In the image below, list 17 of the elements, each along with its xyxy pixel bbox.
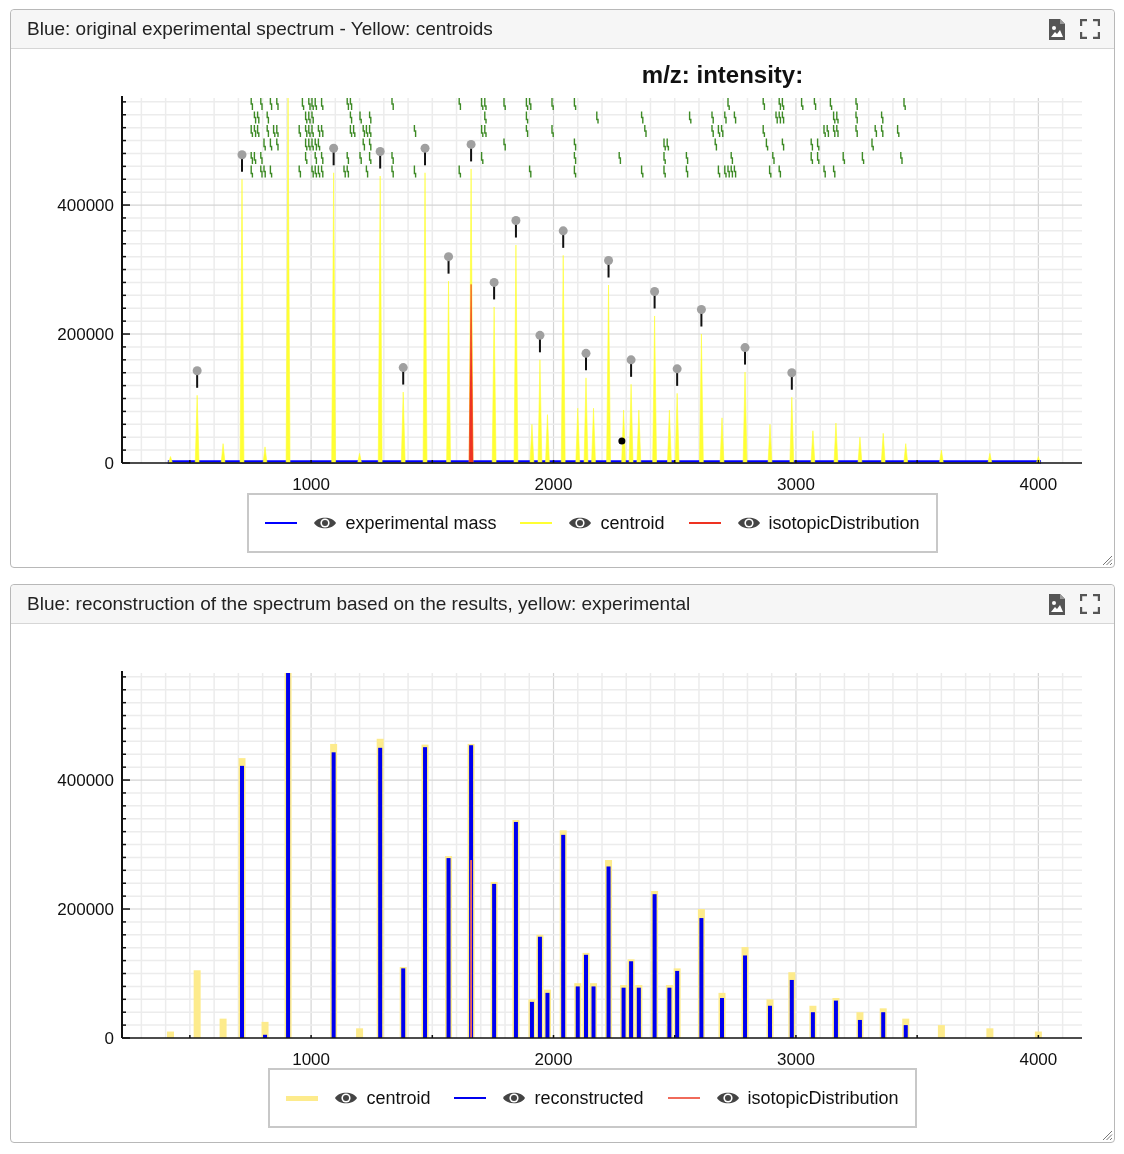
- axis-tick-label: 3000: [777, 475, 815, 493]
- axis-tick-label: 3000: [777, 1050, 815, 1068]
- axis-tick-label: 0: [104, 1029, 114, 1048]
- axis-tick-label: 200000: [57, 900, 114, 919]
- axis-tick-label: 4000: [1019, 1050, 1058, 1068]
- axis-tick-label: 2000: [534, 1050, 573, 1068]
- axis-tick-label: 400000: [57, 771, 114, 791]
- axis-tick-label: 1000: [292, 475, 330, 493]
- axis-tick-label: 0: [104, 454, 114, 473]
- hover-readout: m/z: intensity:: [641, 61, 804, 89]
- panel-title: Blue: reconstruction of the spectrum based on the results, yellow: experimental: [27, 593, 691, 615]
- axis-tick-label: 1000: [292, 1050, 330, 1068]
- axis-tick-label: 200000: [57, 325, 114, 344]
- axis-tick-label: 4000: [1019, 475, 1058, 493]
- panel-title: Blue: original experimental spectrum - Yellow: centroids: [27, 18, 493, 40]
- axis-tick-label: 400000: [57, 196, 114, 216]
- axis-tick-label: 2000: [534, 475, 573, 493]
